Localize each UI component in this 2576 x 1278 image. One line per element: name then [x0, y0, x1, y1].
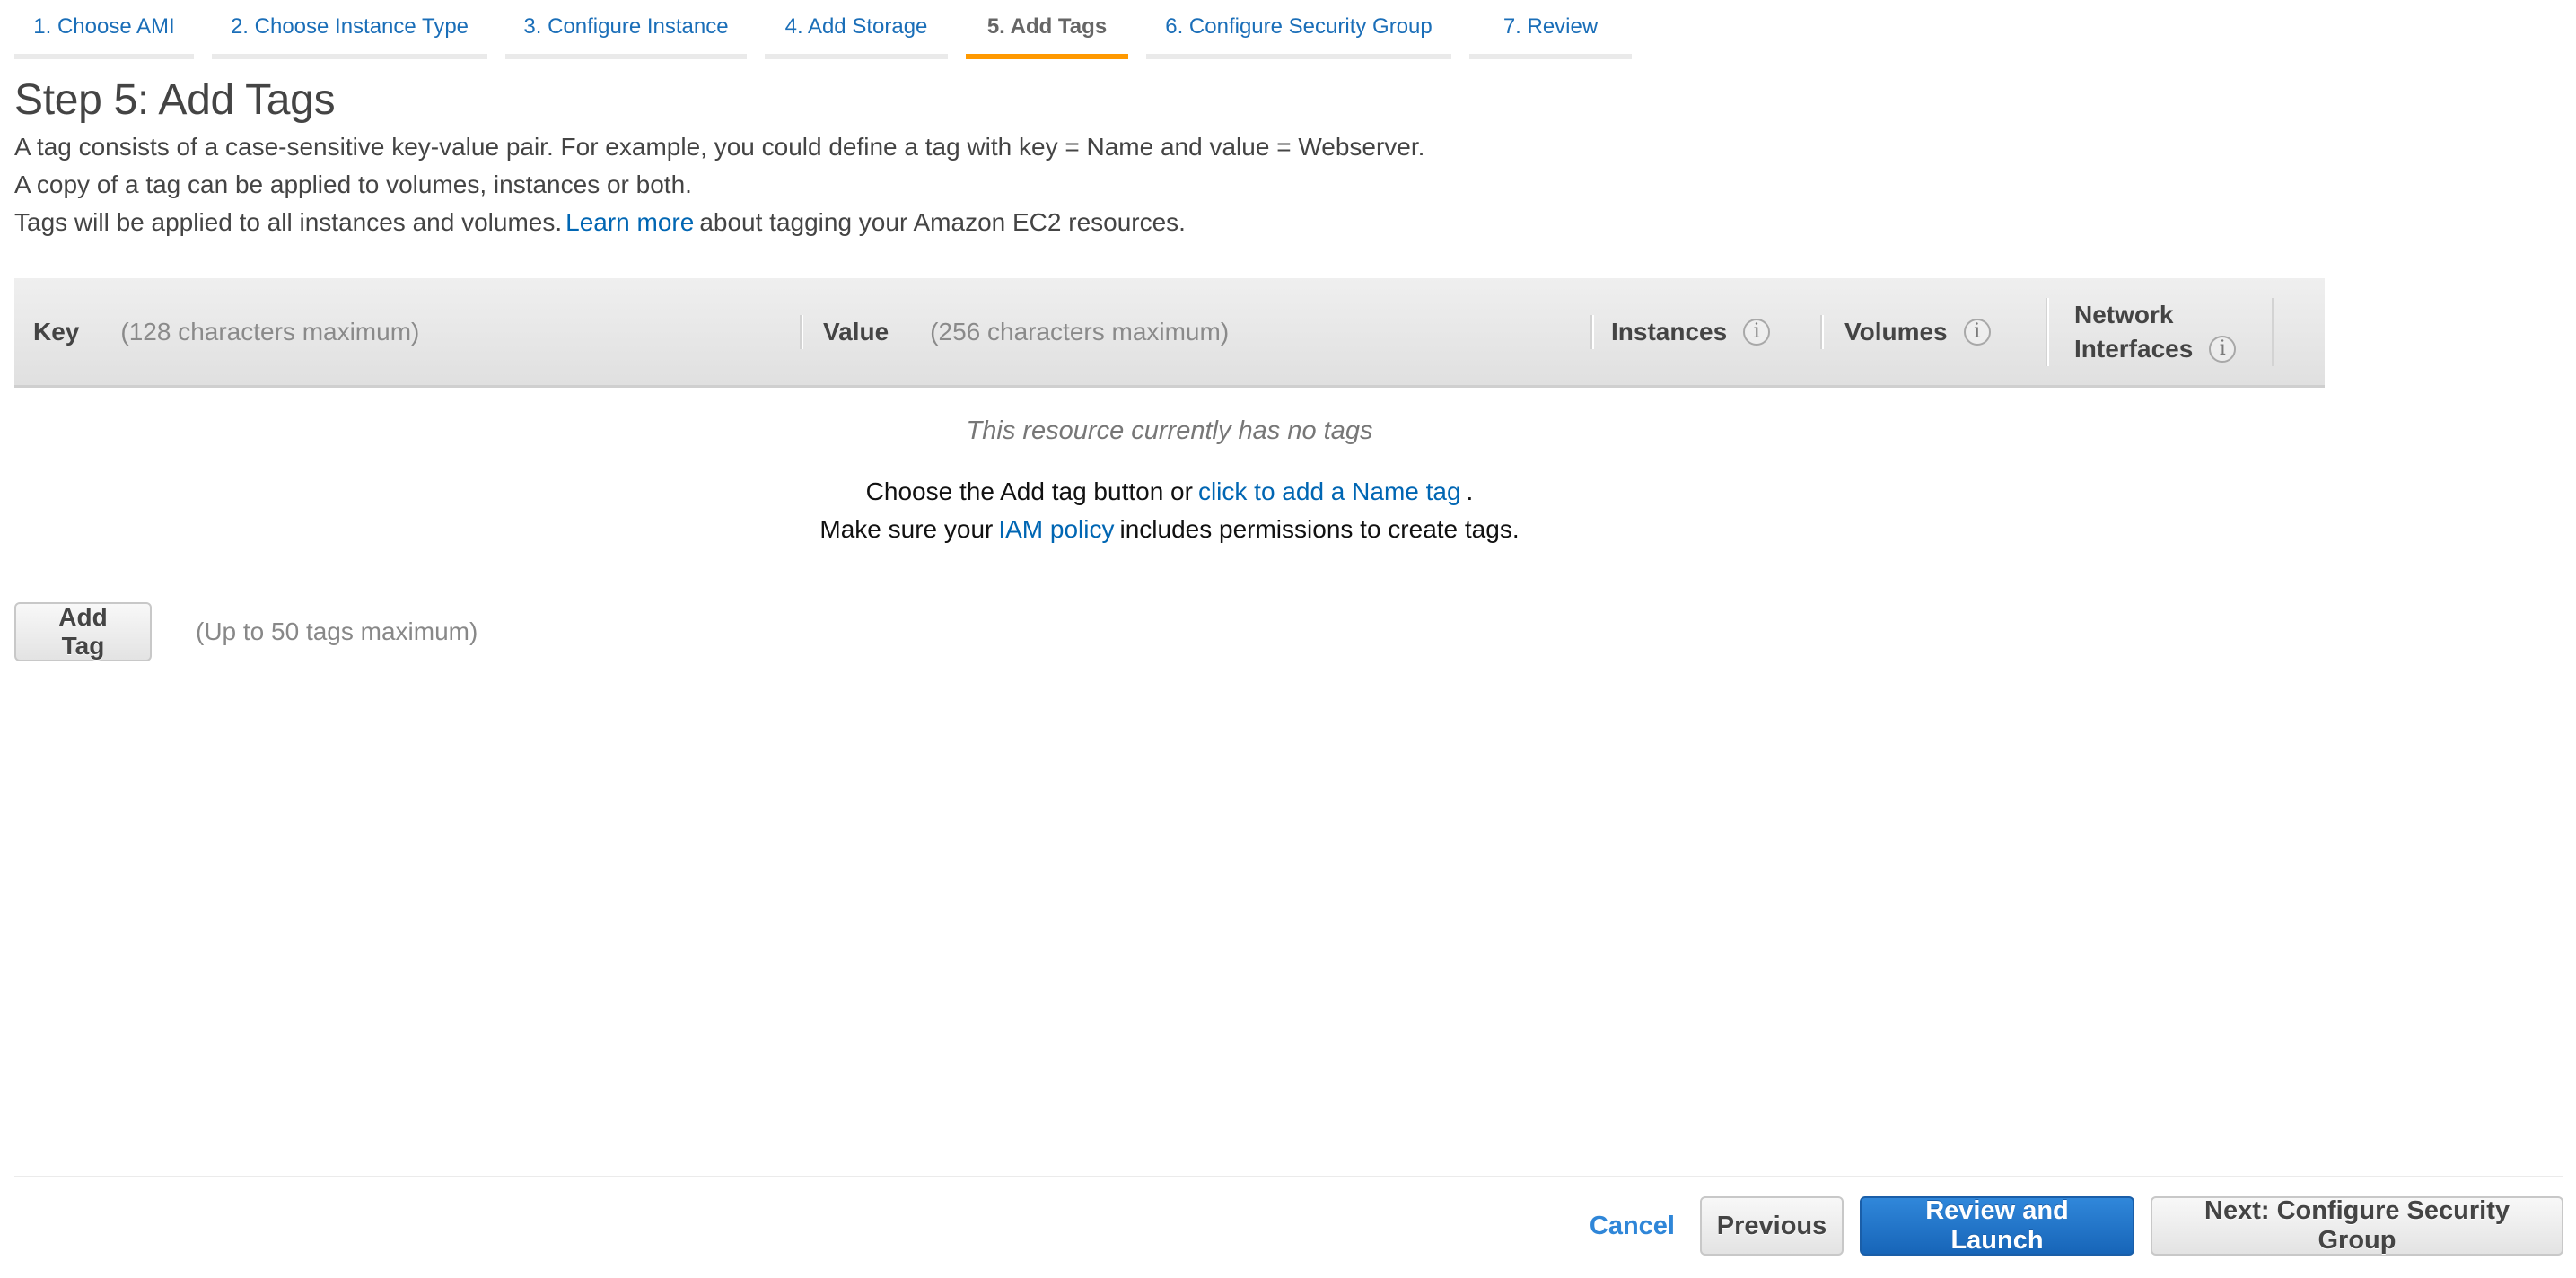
next-configure-security-group-button[interactable]: Next: Configure Security Group: [2151, 1196, 2563, 1256]
description-line-2: A copy of a tag can be applied to volume…: [14, 171, 692, 198]
description-line-3: Tags will be applied to all instances an…: [14, 206, 1424, 243]
empty-hint-line-2: Make sure your IAM policy includes permiss…: [14, 511, 2325, 548]
network-interfaces-header-line2: Interfaces: [2074, 334, 2194, 363]
column-divider: [1820, 315, 1824, 349]
value-header-label: Value: [823, 317, 889, 346]
tab-choose-ami[interactable]: 1. Choose AMI: [14, 0, 194, 59]
column-header-key: Key (128 characters maximum): [33, 278, 419, 385]
empty-hint-1-tail: .: [1466, 477, 1474, 505]
tab-add-storage[interactable]: 4. Add Storage: [765, 0, 948, 59]
description-line-3-tail: about tagging your Amazon EC2 resources.: [699, 208, 1186, 236]
empty-hint-1-text: Choose the Add tag button or: [865, 477, 1193, 505]
column-divider: [2272, 298, 2275, 366]
column-divider: [1590, 315, 1594, 349]
volumes-header-label: Volumes: [1844, 317, 1948, 346]
tab-review[interactable]: 7. Review: [1469, 0, 1632, 59]
column-header-network-interfaces: Network Interfaces i: [2074, 278, 2237, 385]
column-divider: [800, 315, 803, 349]
empty-hint-2-tail: includes permissions to create tags.: [1119, 515, 1520, 543]
column-divider: [2046, 298, 2049, 366]
learn-more-link[interactable]: Learn more: [565, 208, 694, 236]
page-description: A tag consists of a case-sensitive key-v…: [14, 130, 1424, 243]
empty-hint-2-text: Make sure your: [819, 515, 994, 543]
cancel-link[interactable]: Cancel: [1590, 1212, 1675, 1241]
key-header-hint: (128 characters maximum): [120, 317, 420, 346]
iam-policy-link[interactable]: IAM policy: [998, 515, 1114, 543]
network-interfaces-header-line1: Network: [2074, 300, 2174, 328]
volumes-info-icon[interactable]: i: [1963, 318, 1991, 346]
column-header-instances: Instances i: [1611, 278, 1771, 385]
tab-add-tags[interactable]: 5. Add Tags: [966, 0, 1128, 59]
empty-state: This resource currently has no tags Choo…: [14, 408, 2325, 548]
no-tags-message: This resource currently has no tags: [966, 416, 1373, 445]
value-header-hint: (256 characters maximum): [930, 317, 1230, 346]
tab-configure-security-group[interactable]: 6. Configure Security Group: [1146, 0, 1451, 59]
add-name-tag-link[interactable]: click to add a Name tag: [1198, 477, 1461, 505]
instances-header-label: Instances: [1611, 317, 1728, 346]
tab-configure-instance[interactable]: 3. Configure Instance: [505, 0, 747, 59]
previous-button[interactable]: Previous: [1700, 1196, 1844, 1256]
wizard-steps: 1. Choose AMI 2. Choose Instance Type 3.…: [14, 0, 1650, 59]
add-tag-limit-hint: (Up to 50 tags maximum): [196, 617, 478, 645]
column-header-volumes: Volumes i: [1844, 278, 1991, 385]
column-header-value: Value (256 characters maximum): [823, 278, 1229, 385]
key-header-label: Key: [33, 317, 80, 346]
wizard-footer: Cancel Previous Review and Launch Next: …: [1590, 1196, 2563, 1256]
page-title: Step 5: Add Tags: [14, 76, 336, 124]
tags-table-header: Key (128 characters maximum) Value (256 …: [14, 278, 2325, 388]
tab-choose-instance-type[interactable]: 2. Choose Instance Type: [212, 0, 487, 59]
description-line-3-text: Tags will be applied to all instances an…: [14, 208, 563, 236]
empty-hint-line-1: Choose the Add tag button or click to add…: [14, 473, 2325, 511]
review-and-launch-button[interactable]: Review and Launch: [1860, 1196, 2134, 1256]
footer-divider: [14, 1176, 2563, 1177]
network-interfaces-info-icon[interactable]: i: [2209, 335, 2237, 363]
add-tag-button[interactable]: Add Tag: [14, 602, 152, 661]
description-line-1: A tag consists of a case-sensitive key-v…: [14, 133, 1425, 161]
instances-info-icon[interactable]: i: [1743, 318, 1771, 346]
